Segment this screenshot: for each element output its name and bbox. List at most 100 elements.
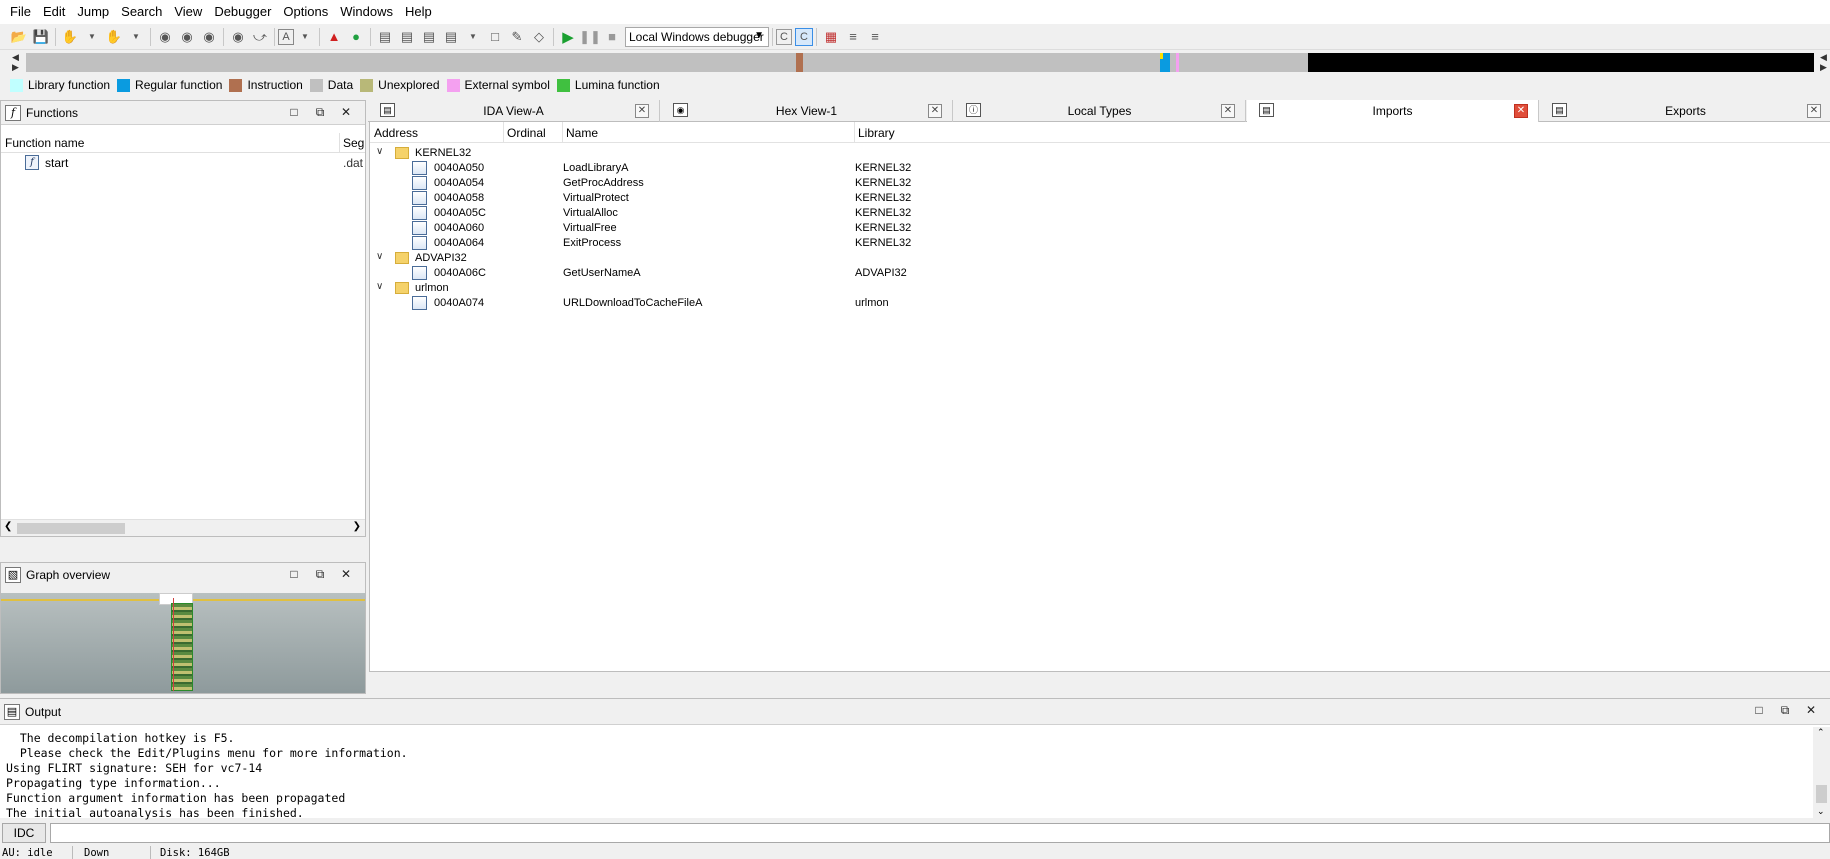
function-row[interactable]: f start .dat <box>1 154 365 172</box>
float-icon[interactable]: ⧉ <box>307 567 333 582</box>
tab-ida-view-a[interactable]: ▤ IDA View-A ✕ <box>368 100 660 122</box>
proximity-view-icon[interactable]: ▦ <box>820 26 842 48</box>
column-divider[interactable] <box>339 133 340 153</box>
menu-options[interactable]: Options <box>277 0 334 24</box>
vertical-scrollbar[interactable]: ⌃ ⌄ <box>1813 727 1830 819</box>
table-row[interactable]: 0040A064 ExitProcess KERNEL32 <box>370 236 1830 251</box>
column-divider[interactable] <box>562 122 563 143</box>
graph-layout-icon[interactable]: ≡ <box>842 26 864 48</box>
save-icon[interactable]: 💾 <box>30 26 52 48</box>
stop-icon[interactable]: ■ <box>601 26 623 48</box>
maximize-icon[interactable]: □ <box>281 105 307 120</box>
list-view-icon[interactable]: ≡ <box>864 26 886 48</box>
make-array-icon[interactable]: ▤ <box>418 26 440 48</box>
debugger-select[interactable]: Local Windows debugger ▼ <box>625 26 769 47</box>
scroll-down-icon[interactable]: ⌄ <box>1817 806 1825 817</box>
scroll-up-icon[interactable]: ⌃ <box>1817 727 1825 738</box>
chevron-down-icon[interactable]: ∨ <box>376 281 383 292</box>
legend-swatch <box>117 78 131 92</box>
lumina-icon[interactable]: ● <box>345 26 367 48</box>
back-dropdown-icon[interactable]: ▼ <box>81 26 103 48</box>
menu-debugger[interactable]: Debugger <box>208 0 277 24</box>
table-row[interactable]: 0040A060 VirtualFree KERNEL32 <box>370 221 1830 236</box>
close-icon[interactable]: ✕ <box>1798 703 1824 718</box>
column-divider[interactable] <box>854 122 855 143</box>
col-ordinal[interactable]: Ordinal <box>507 126 546 140</box>
scroll-left-icon[interactable]: ❮ <box>4 521 12 532</box>
make-string-dropdown-icon[interactable]: ▼ <box>462 26 484 48</box>
close-icon[interactable]: ✕ <box>1514 104 1528 118</box>
table-row[interactable]: 0040A054 GetProcAddress KERNEL32 <box>370 176 1830 191</box>
struct-icon[interactable]: ◇ <box>528 26 550 48</box>
menu-help[interactable]: Help <box>399 0 438 24</box>
col-address[interactable]: Address <box>374 126 418 140</box>
undefine-icon[interactable]: □ <box>484 26 506 48</box>
pseudocode-icon[interactable]: C <box>776 28 792 45</box>
table-row[interactable]: 0040A050 LoadLibraryA KERNEL32 <box>370 161 1830 176</box>
forward-icon[interactable]: ✋ <box>103 26 125 48</box>
search-binary-icon[interactable]: ◉ <box>227 26 249 48</box>
chevron-down-icon[interactable]: ∨ <box>376 146 383 157</box>
close-icon[interactable]: ✕ <box>333 105 359 120</box>
make-data-icon[interactable]: ▤ <box>396 26 418 48</box>
table-row[interactable]: 0040A06C GetUserNameA ADVAPI32 <box>370 266 1830 281</box>
horizontal-scrollbar[interactable]: ❮ ❯ <box>1 519 365 536</box>
table-row[interactable]: 0040A058 VirtualProtect KERNEL32 <box>370 191 1830 206</box>
jump-next-icon[interactable]: ⤻ <box>249 26 271 48</box>
jump-data-icon[interactable]: ◉ <box>176 26 198 48</box>
nav-end-right-icon[interactable]: ▶ <box>1820 62 1827 73</box>
run-icon[interactable]: ▶ <box>557 26 579 48</box>
scroll-right-icon[interactable]: ❯ <box>353 521 361 532</box>
tab-imports[interactable]: ▤ Imports ✕ <box>1247 100 1539 123</box>
float-icon[interactable]: ⧉ <box>307 105 333 120</box>
column-divider[interactable] <box>503 122 504 143</box>
table-row[interactable]: 0040A05C VirtualAlloc KERNEL32 <box>370 206 1830 221</box>
close-icon[interactable]: ✕ <box>635 104 649 118</box>
close-icon[interactable]: ✕ <box>1807 104 1821 118</box>
forward-dropdown-icon[interactable]: ▼ <box>125 26 147 48</box>
close-icon[interactable]: ✕ <box>928 104 942 118</box>
menu-view[interactable]: View <box>168 0 208 24</box>
close-icon[interactable]: ✕ <box>1221 104 1235 118</box>
maximize-icon[interactable]: □ <box>1746 703 1772 718</box>
make-code-icon[interactable]: ▤ <box>374 26 396 48</box>
jump-code-icon[interactable]: ◉ <box>154 26 176 48</box>
scrollbar-thumb[interactable] <box>1816 785 1827 803</box>
col-library[interactable]: Library <box>858 126 895 140</box>
idc-button[interactable]: IDC <box>2 823 46 843</box>
nav-right-icon[interactable]: ▶ <box>12 62 19 73</box>
text-search-dropdown-icon[interactable]: ▼ <box>294 26 316 48</box>
make-string-icon[interactable]: ▤ <box>440 26 462 48</box>
maximize-icon[interactable]: □ <box>281 567 307 582</box>
import-group[interactable]: ∨ urlmon <box>370 281 1830 296</box>
table-row[interactable]: 0040A074 URLDownloadToCacheFileA urlmon <box>370 296 1830 311</box>
tab-exports[interactable]: ▤ Exports ✕ <box>1540 100 1830 122</box>
col-function-name[interactable]: Function name <box>5 136 84 150</box>
command-input[interactable] <box>50 823 1830 843</box>
text-search-icon[interactable]: A <box>278 28 294 45</box>
import-group[interactable]: ∨ ADVAPI32 <box>370 251 1830 266</box>
tab-hex-view-1[interactable]: ◉ Hex View-1 ✕ <box>661 100 953 122</box>
scrollbar-thumb[interactable] <box>17 523 125 534</box>
menu-edit[interactable]: Edit <box>37 0 71 24</box>
rename-icon[interactable]: ✎ <box>506 26 528 48</box>
chevron-down-icon[interactable]: ∨ <box>376 251 383 262</box>
menu-jump[interactable]: Jump <box>71 0 115 24</box>
col-segment[interactable]: Seg <box>343 136 364 150</box>
menu-file[interactable]: File <box>4 0 37 24</box>
tab-local-types[interactable]: ⓘ Local Types ✕ <box>954 100 1246 122</box>
breakpoint-icon[interactable]: ▲ <box>323 26 345 48</box>
back-icon[interactable]: ✋ <box>59 26 81 48</box>
float-icon[interactable]: ⧉ <box>1772 703 1798 718</box>
graph-canvas[interactable] <box>1 593 365 693</box>
pause-icon[interactable]: ❚❚ <box>579 26 601 48</box>
close-icon[interactable]: ✕ <box>333 567 359 582</box>
jump-unexplored-icon[interactable]: ◉ <box>198 26 220 48</box>
menu-search[interactable]: Search <box>115 0 168 24</box>
open-file-icon[interactable]: 📂 <box>8 26 30 48</box>
decompile-toggle-icon[interactable]: C <box>795 27 813 46</box>
menu-windows[interactable]: Windows <box>334 0 399 24</box>
import-group[interactable]: ∨ KERNEL32 <box>370 146 1830 161</box>
navigation-track[interactable] <box>26 53 1814 72</box>
col-name[interactable]: Name <box>566 126 598 140</box>
